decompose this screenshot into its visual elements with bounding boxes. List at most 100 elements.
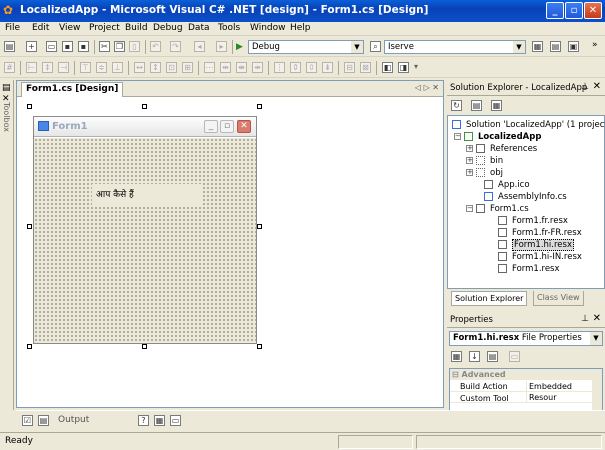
copy-icon[interactable]: ❐: [114, 41, 125, 52]
menu-data[interactable]: Data: [188, 23, 210, 33]
same-size-icon[interactable]: ⊡: [166, 62, 177, 73]
save-icon[interactable]: ▪: [62, 41, 73, 52]
find-in-files-icon[interactable]: ⌕: [370, 41, 381, 52]
send-to-back-icon[interactable]: ◨: [398, 62, 409, 73]
maximize-button[interactable]: ▫: [565, 2, 583, 19]
align-middle-icon[interactable]: ≑: [96, 62, 107, 73]
toolbar-overflow-icon[interactable]: ▾: [414, 62, 418, 71]
configuration-combo[interactable]: Debug ▼: [248, 40, 364, 54]
output-tab[interactable]: Output: [58, 415, 89, 425]
start-icon[interactable]: ▶: [236, 42, 243, 52]
center-vertically-icon[interactable]: ⊠: [360, 62, 371, 73]
close-button[interactable]: ✕: [584, 2, 602, 19]
save-all-icon[interactable]: ▪: [78, 41, 89, 52]
new-project-icon[interactable]: ▤: [4, 41, 15, 52]
align-right-icon[interactable]: ⊣: [58, 62, 69, 73]
vspace-remove-icon[interactable]: ⇟: [322, 62, 333, 73]
menu-file[interactable]: File: [5, 23, 20, 33]
minimize-button[interactable]: _: [546, 2, 564, 19]
label-control[interactable]: आप कैसे हैं: [92, 184, 202, 206]
toolbar-overflow-icon[interactable]: »: [592, 40, 598, 50]
resize-handle[interactable]: [142, 104, 147, 109]
align-left-icon[interactable]: ⊢: [26, 62, 37, 73]
property-row[interactable]: Custom Tool: [450, 393, 602, 403]
resize-handle[interactable]: [27, 224, 32, 229]
menu-debug[interactable]: Debug: [153, 23, 183, 33]
tab-form1-design[interactable]: Form1.cs [Design]: [21, 82, 124, 97]
server-explorer-icon[interactable]: ▤: [2, 83, 11, 93]
same-width-icon[interactable]: ↔: [134, 62, 145, 73]
property-row[interactable]: Build Action Embedded Resour: [450, 381, 602, 403]
resize-handle[interactable]: [257, 104, 262, 109]
vspace-decrease-icon[interactable]: ⇳: [306, 62, 317, 73]
menu-window[interactable]: Window: [250, 23, 286, 33]
align-center-icon[interactable]: ‡: [42, 62, 53, 73]
menu-tools[interactable]: Tools: [218, 23, 240, 33]
resize-handle[interactable]: [257, 224, 262, 229]
collapse-icon[interactable]: ⊟: [450, 370, 459, 379]
hspace-increase-icon[interactable]: ⇹: [220, 62, 231, 73]
properties-icon[interactable]: ▦: [491, 100, 502, 111]
toolbox-strip[interactable]: ▤ ✕ Toolbox: [0, 80, 14, 410]
align-bottom-icon[interactable]: ⊥: [112, 62, 123, 73]
menu-view[interactable]: View: [59, 23, 80, 33]
add-item-icon[interactable]: +: [26, 41, 37, 52]
task-list-icon[interactable]: ☑: [22, 415, 33, 426]
pin-icon[interactable]: ⊥: [581, 314, 589, 324]
refresh-icon[interactable]: ↻: [451, 100, 462, 111]
same-height-icon[interactable]: ↕: [150, 62, 161, 73]
form-canvas[interactable]: आप कैसे हैं: [34, 138, 256, 343]
vspace-increase-icon[interactable]: ⇕: [290, 62, 301, 73]
resize-handle[interactable]: [142, 344, 147, 349]
align-top-icon[interactable]: ⊤: [80, 62, 91, 73]
navigate-forward-icon[interactable]: ▸: [216, 41, 227, 52]
toolbox-tab[interactable]: Toolbox: [2, 102, 11, 132]
object-selector[interactable]: Form1.hi.resx File Properties ▼: [449, 331, 603, 346]
tab-class-view[interactable]: Class View: [533, 291, 584, 306]
resize-handle[interactable]: [27, 104, 32, 109]
tab-solution-explorer[interactable]: Solution Explorer: [451, 291, 528, 306]
menu-help[interactable]: Help: [290, 23, 311, 33]
category-row[interactable]: ⊟ Advanced: [450, 369, 602, 380]
collapse-icon[interactable]: −: [454, 133, 461, 140]
resize-handle[interactable]: [257, 344, 262, 349]
expand-icon[interactable]: +: [466, 169, 473, 176]
properties-icon[interactable]: ▤: [550, 41, 561, 52]
open-icon[interactable]: ▭: [46, 41, 57, 52]
categorized-icon[interactable]: ▦: [451, 351, 462, 362]
output-icon[interactable]: ▤: [38, 415, 49, 426]
pin-icon[interactable]: ⊥: [581, 82, 589, 92]
resize-handle[interactable]: [27, 344, 32, 349]
cut-icon[interactable]: ✂: [99, 41, 110, 52]
form-designer[interactable]: Form1 _ ▫ ✕ आप कैसे हैं: [17, 98, 443, 407]
collapse-icon[interactable]: −: [466, 205, 473, 212]
menu-edit[interactable]: Edit: [32, 23, 49, 33]
menu-project[interactable]: Project: [89, 23, 120, 33]
property-scrollbar[interactable]: [592, 369, 602, 411]
undo-icon[interactable]: ↶: [150, 41, 161, 52]
class-view-icon[interactable]: ▦: [154, 415, 165, 426]
paste-icon[interactable]: ▯: [129, 41, 140, 52]
expand-icon[interactable]: +: [466, 157, 473, 164]
menu-build[interactable]: Build: [125, 23, 148, 33]
hspace-remove-icon[interactable]: ⇻: [252, 62, 263, 73]
document-nav[interactable]: ◁ ▷ ✕: [415, 83, 439, 92]
toolbox-icon[interactable]: ▣: [568, 41, 579, 52]
show-all-files-icon[interactable]: ▤: [471, 100, 482, 111]
bring-to-front-icon[interactable]: ◧: [382, 62, 393, 73]
events-icon[interactable]: ▭: [509, 351, 520, 362]
size-to-grid-icon[interactable]: ⊞: [182, 62, 193, 73]
redo-icon[interactable]: ↷: [170, 41, 181, 52]
form1-window[interactable]: Form1 _ ▫ ✕ आप कैसे हैं: [33, 116, 257, 344]
alphabetical-icon[interactable]: ↓: [469, 351, 480, 362]
expand-icon[interactable]: +: [466, 145, 473, 152]
navigate-back-icon[interactable]: ◂: [194, 41, 205, 52]
vspace-equal-icon[interactable]: ⋮: [274, 62, 285, 73]
dynamic-help-icon[interactable]: ?: [138, 415, 149, 426]
command-window-icon[interactable]: ▭: [170, 415, 181, 426]
property-pages-icon[interactable]: ▤: [487, 351, 498, 362]
hspace-equal-icon[interactable]: ⋯: [204, 62, 215, 73]
solution-explorer-icon[interactable]: ▦: [532, 41, 543, 52]
align-grid-icon[interactable]: #: [4, 62, 15, 73]
center-horizontally-icon[interactable]: ⊟: [344, 62, 355, 73]
